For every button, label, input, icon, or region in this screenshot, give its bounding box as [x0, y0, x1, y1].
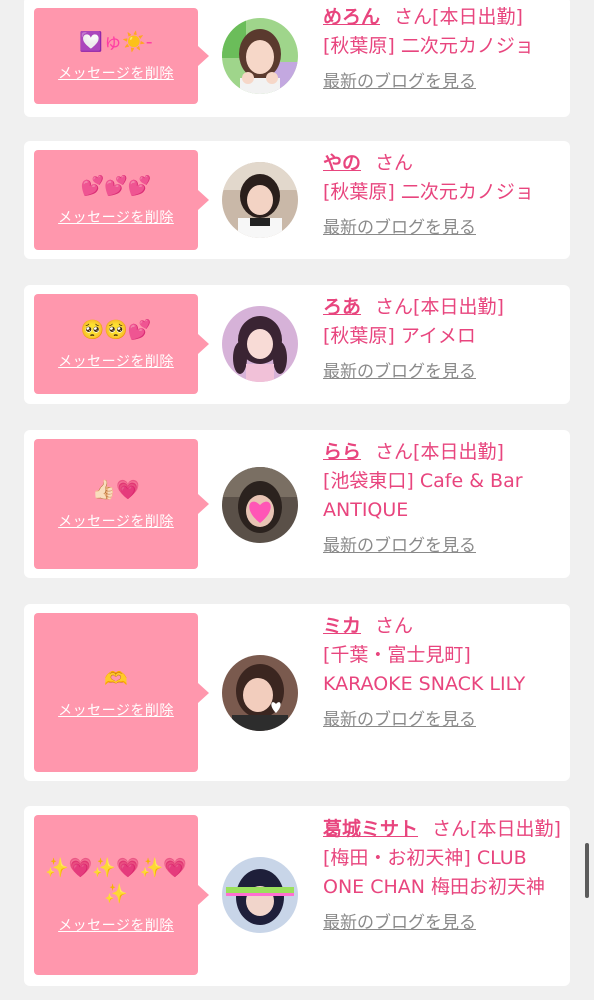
honorific: さん [432, 818, 471, 840]
message-bubble: 🥺🥺💕 メッセージを削除 [34, 294, 209, 394]
message-card: 🫶 メッセージを削除 ミカ さん [千葉・富士見町] KARAOKE SNACK … [24, 604, 570, 781]
girl-name-link[interactable]: ミカ [323, 615, 361, 637]
latest-blog-link[interactable]: 最新のブログを見る [323, 909, 476, 938]
name-line: ろあ さん[本日出勤] [323, 293, 563, 322]
message-emoji: 🫶 [104, 667, 128, 690]
scrollbar[interactable] [585, 843, 589, 898]
delete-message-link[interactable]: メッセージを削除 [58, 207, 174, 227]
avatar[interactable] [222, 306, 298, 382]
message-emoji: 💕💕💕 [80, 175, 152, 197]
name-line: めろん さん[本日出勤] [323, 3, 563, 32]
name-line: やの さん [323, 149, 563, 178]
message-card: 💕💕💕 メッセージを削除 やの さん [秋葉原] 二次元カノジョ 最新のブログを見… [24, 141, 570, 259]
work-status: [本日出勤] [432, 6, 523, 28]
latest-blog-link[interactable]: 最新のブログを見る [323, 214, 476, 243]
girl-info: めろん さん[本日出勤] [秋葉原] 二次元カノジョ 最新のブログを見る [323, 3, 563, 97]
message-bubble: 👍🏻💗 メッセージを削除 [34, 439, 209, 569]
avatar-photo [222, 306, 298, 382]
latest-blog-link[interactable]: 最新のブログを見る [323, 358, 476, 387]
delete-message-link[interactable]: メッセージを削除 [58, 915, 174, 935]
work-status: [本日出勤] [413, 441, 504, 463]
message-emoji: 👍🏻💗 [92, 479, 140, 501]
name-line: ミカ さん [323, 612, 563, 641]
girl-name-link[interactable]: ろあ [323, 296, 361, 318]
work-status: [本日出勤] [413, 296, 504, 318]
avatar-photo [222, 857, 298, 933]
message-card: 💟ゅ☀️- メッセージを削除 めろん さん[本日出勤] [秋葉原] 二次元カノジョ… [24, 0, 570, 117]
shop-name: [秋葉原] 二次元カノジョ [323, 181, 534, 203]
honorific: さん [375, 615, 414, 637]
girl-name-link[interactable]: らら [323, 441, 361, 463]
honorific: さん [375, 441, 414, 463]
message-emoji: 🥺🥺💕 [80, 319, 152, 341]
honorific: さん [375, 152, 414, 174]
avatar[interactable] [222, 857, 298, 933]
avatar-photo [222, 18, 298, 94]
delete-message-link[interactable]: メッセージを削除 [58, 63, 174, 83]
girl-info: ミカ さん [千葉・富士見町] KARAOKE SNACK LILY 最新のブログ… [323, 612, 563, 735]
delete-message-link[interactable]: メッセージを削除 [58, 351, 174, 371]
name-line: らら さん[本日出勤] [323, 438, 563, 467]
avatar[interactable] [222, 655, 298, 731]
delete-message-link[interactable]: メッセージを削除 [58, 511, 174, 531]
latest-blog-link[interactable]: 最新のブログを見る [323, 68, 476, 97]
work-status: [本日出勤] [470, 818, 561, 840]
girl-info: ろあ さん[本日出勤] [秋葉原] アイメロ 最新のブログを見る [323, 293, 563, 387]
message-emoji: ✨💗✨💗✨💗✨ [45, 857, 187, 905]
girl-name-link[interactable]: やの [323, 152, 361, 174]
girl-info: やの さん [秋葉原] 二次元カノジョ 最新のブログを見る [323, 149, 563, 243]
message-card: 👍🏻💗 メッセージを削除 らら さん[本日出勤] [池袋東口] Cafe & Ba… [24, 430, 570, 578]
honorific: さん [375, 296, 414, 318]
honorific: さん [394, 6, 433, 28]
girl-name-link[interactable]: 葛城ミサト [323, 818, 418, 840]
message-card: 🥺🥺💕 メッセージを削除 ろあ さん[本日出勤] [秋葉原] アイメロ 最新のブロ… [24, 285, 570, 404]
message-emoji: 💟ゅ☀️- [79, 31, 153, 53]
girl-info: 葛城ミサト さん[本日出勤] [梅田・お初天神] CLUB ONE CHAN 梅田… [323, 815, 563, 938]
shop-name: [梅田・お初天神] CLUB ONE CHAN 梅田お初天神 [323, 847, 546, 898]
avatar[interactable] [222, 18, 298, 94]
message-bubble: 🫶 メッセージを削除 [34, 613, 209, 772]
latest-blog-link[interactable]: 最新のブログを見る [323, 706, 476, 735]
avatar-photo [222, 655, 298, 731]
shop-name: [池袋東口] Cafe & Bar ANTIQUE [323, 470, 523, 521]
girl-name-link[interactable]: めろん [323, 6, 380, 28]
avatar-photo [222, 162, 298, 238]
message-bubble: 💟ゅ☀️- メッセージを削除 [34, 8, 209, 104]
message-bubble: 💕💕💕 メッセージを削除 [34, 150, 209, 250]
avatar-photo [222, 467, 298, 543]
name-line: 葛城ミサト さん[本日出勤] [323, 815, 563, 844]
message-card: ✨💗✨💗✨💗✨ メッセージを削除 葛城ミサト さん[本日出勤] [梅田・お初天神]… [24, 806, 570, 986]
shop-name: [秋葉原] 二次元カノジョ [323, 35, 534, 57]
delete-message-link[interactable]: メッセージを削除 [58, 700, 174, 720]
shop-name: [千葉・富士見町] KARAOKE SNACK LILY [323, 644, 526, 695]
message-bubble: ✨💗✨💗✨💗✨ メッセージを削除 [34, 815, 209, 975]
latest-blog-link[interactable]: 最新のブログを見る [323, 532, 476, 561]
avatar[interactable] [222, 467, 298, 543]
shop-name: [秋葉原] アイメロ [323, 325, 476, 347]
avatar[interactable] [222, 162, 298, 238]
girl-info: らら さん[本日出勤] [池袋東口] Cafe & Bar ANTIQUE 最新の… [323, 438, 563, 561]
